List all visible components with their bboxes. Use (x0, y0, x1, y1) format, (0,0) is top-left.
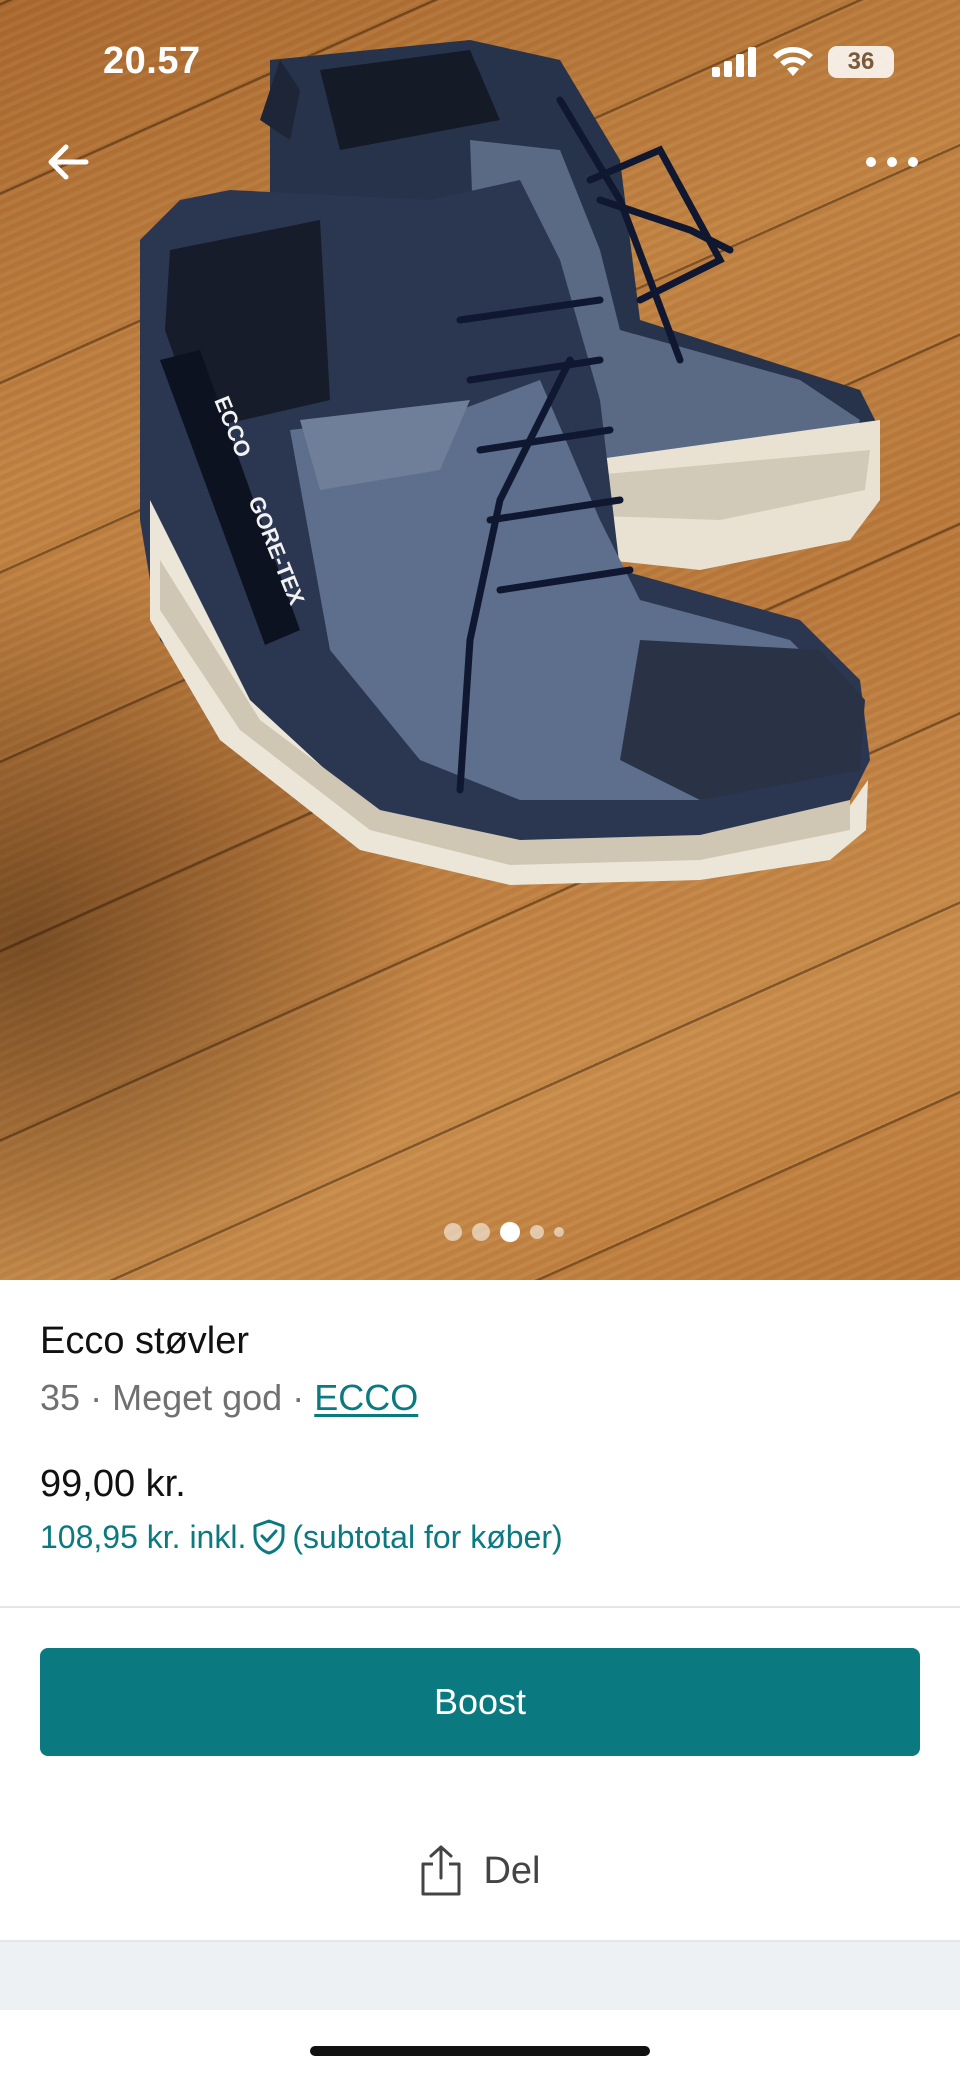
back-button[interactable] (40, 134, 96, 190)
item-meta: 35 · Meget god · ECCO (40, 1377, 920, 1419)
price-incl-protection[interactable]: 108,95 kr. inkl. (subtotal for køber) (40, 1518, 920, 1556)
shield-check-icon (253, 1519, 285, 1555)
item-price: 99,00 kr. (40, 1463, 186, 1505)
section-divider (0, 1606, 960, 1608)
status-time: 20.57 (103, 40, 201, 82)
item-info: Ecco støvler 35 · Meget god · ECCO 99,00… (40, 1320, 920, 1556)
item-size: 35 (40, 1377, 81, 1418)
boost-button[interactable]: Boost (40, 1648, 920, 1756)
meta-separator: · (90, 1377, 103, 1418)
more-options-button[interactable] (860, 140, 924, 184)
home-indicator[interactable] (310, 2046, 650, 2056)
carousel-dot-active[interactable] (500, 1222, 520, 1242)
carousel-dot[interactable] (530, 1225, 544, 1239)
item-photo[interactable]: ECCO GORE-TEX 20.57 36 (0, 0, 960, 1280)
more-icon (866, 157, 918, 167)
item-condition: Meget god (112, 1377, 283, 1418)
item-title: Ecco støvler (40, 1320, 250, 1362)
carousel-dot[interactable] (472, 1223, 490, 1241)
boots-image: ECCO GORE-TEX (140, 40, 880, 885)
share-label: Del (483, 1849, 541, 1892)
carousel-dots[interactable] (0, 1222, 960, 1242)
meta-separator: · (292, 1377, 305, 1418)
carousel-dot[interactable] (444, 1223, 462, 1241)
signal-icon (712, 47, 756, 77)
price-incl-amount: 108,95 kr. inkl. (40, 1518, 247, 1555)
back-arrow-icon (48, 144, 89, 180)
price-incl-note: (subtotal for køber) (292, 1518, 563, 1555)
share-button[interactable]: Del (0, 1836, 960, 1906)
share-icon (421, 1845, 461, 1896)
footer-band (0, 1940, 960, 2010)
status-icons: 36 (712, 46, 894, 78)
carousel-dot[interactable] (554, 1227, 564, 1237)
battery-indicator: 36 (828, 46, 894, 78)
item-brand-link[interactable]: ECCO (314, 1377, 418, 1418)
wifi-icon (773, 47, 813, 76)
